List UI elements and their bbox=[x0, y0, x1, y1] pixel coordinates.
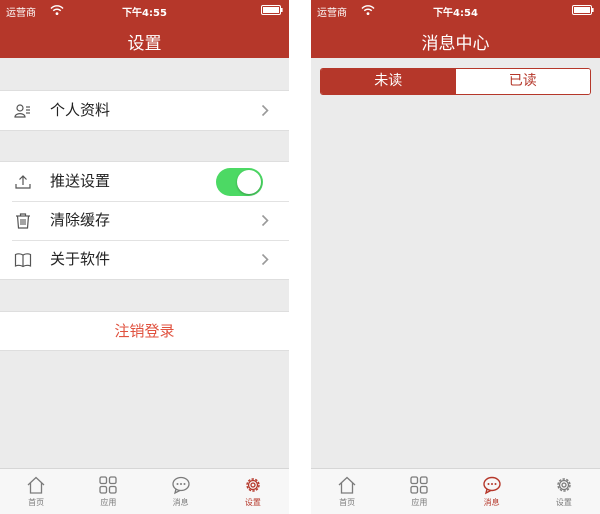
message-center-screen: 运营商 下午4:54 消息中心 未读 已读 首页 应用 消息 设置 bbox=[311, 0, 600, 514]
clear-cache-row[interactable]: 清除缓存 bbox=[0, 201, 289, 240]
push-settings-row: 推送设置 bbox=[0, 162, 289, 201]
tab-label: 消息 bbox=[483, 498, 500, 507]
tab-label: 首页 bbox=[28, 498, 45, 507]
toggle-knob bbox=[237, 170, 261, 194]
chevron-right-icon bbox=[261, 253, 269, 266]
segment-read[interactable]: 已读 bbox=[455, 69, 590, 94]
gear-icon bbox=[557, 478, 571, 492]
settings-screen: 运营商 下午4:55 设置 个人资料 推送设置 清除缓存 关于软件 注销登录 首… bbox=[0, 0, 289, 514]
status-bar: 运营商 下午4:55 bbox=[0, 0, 289, 20]
clear-cache-label: 清除缓存 bbox=[50, 211, 111, 229]
read-status-segmented-control: 未读 已读 bbox=[320, 68, 591, 95]
logout-button[interactable]: 注销登录 bbox=[0, 311, 289, 351]
push-settings-label: 推送设置 bbox=[50, 172, 111, 190]
trash-icon bbox=[16, 213, 30, 229]
tab-label: 应用 bbox=[100, 498, 117, 507]
chevron-right-icon bbox=[261, 104, 269, 117]
tab-label: 首页 bbox=[339, 498, 356, 507]
tab-apps[interactable]: 应用 bbox=[72, 469, 144, 514]
tab-label: 设置 bbox=[555, 498, 572, 507]
status-time: 下午4:54 bbox=[433, 8, 478, 19]
tab-label: 应用 bbox=[411, 498, 428, 507]
gear-icon bbox=[246, 478, 260, 492]
status-bar: 运营商 下午4:54 bbox=[311, 0, 600, 20]
battery-icon bbox=[572, 5, 594, 15]
battery-icon bbox=[261, 5, 283, 15]
book-icon bbox=[14, 253, 32, 268]
segment-unread[interactable]: 未读 bbox=[321, 69, 456, 94]
tab-home[interactable]: 首页 bbox=[311, 469, 383, 514]
tab-apps[interactable]: 应用 bbox=[383, 469, 455, 514]
tab-label: 设置 bbox=[244, 498, 261, 507]
tab-bar: 首页 应用 消息 设置 bbox=[311, 468, 600, 514]
tab-label: 消息 bbox=[172, 498, 189, 507]
upload-icon bbox=[15, 175, 31, 189]
settings-group: 推送设置 清除缓存 关于软件 bbox=[0, 161, 289, 280]
chevron-right-icon bbox=[261, 214, 269, 227]
grid-icon bbox=[99, 476, 118, 494]
grid-icon bbox=[410, 476, 429, 494]
profile-label: 个人资料 bbox=[50, 101, 111, 119]
about-row[interactable]: 关于软件 bbox=[0, 240, 289, 279]
chat-icon bbox=[171, 476, 190, 495]
tab-bar: 首页 应用 消息 设置 bbox=[0, 468, 289, 514]
status-time: 下午4:55 bbox=[122, 8, 167, 19]
about-label: 关于软件 bbox=[50, 250, 111, 268]
profile-icon bbox=[14, 104, 30, 118]
push-toggle[interactable] bbox=[216, 168, 263, 196]
page-title: 设置 bbox=[127, 34, 162, 54]
tab-settings[interactable]: 设置 bbox=[528, 469, 600, 514]
profile-group: 个人资料 bbox=[0, 90, 289, 131]
nav-bar: 运营商 下午4:55 设置 bbox=[0, 0, 289, 58]
profile-row[interactable]: 个人资料 bbox=[0, 91, 289, 130]
tab-settings[interactable]: 设置 bbox=[217, 469, 289, 514]
chat-icon bbox=[482, 476, 501, 495]
tab-messages[interactable]: 消息 bbox=[145, 469, 217, 514]
tab-home[interactable]: 首页 bbox=[0, 469, 72, 514]
tab-messages[interactable]: 消息 bbox=[456, 469, 528, 514]
page-title: 消息中心 bbox=[421, 34, 490, 54]
nav-bar: 运营商 下午4:54 消息中心 bbox=[311, 0, 600, 58]
home-icon bbox=[338, 476, 356, 494]
home-icon bbox=[27, 476, 45, 494]
